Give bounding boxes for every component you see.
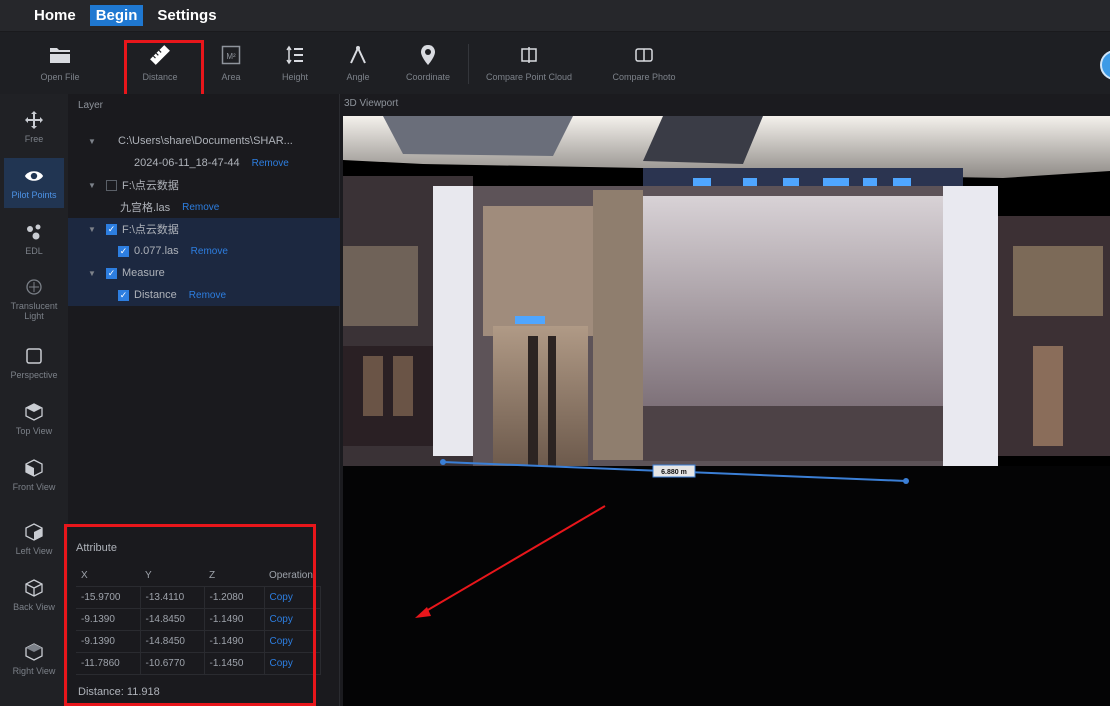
rail-front-view[interactable]: Front View: [4, 450, 64, 500]
table-row: -9.1390 -14.8450 -1.1490 Copy: [76, 630, 321, 653]
distance-value: 11.918: [126, 686, 160, 698]
layer-checkbox[interactable]: [106, 179, 117, 191]
angle-label: Angle: [346, 72, 370, 82]
viewport-title: 3D Viewport: [344, 98, 399, 109]
tree-row-source-folder[interactable]: ▼ C:\Users\share\Documents\SHAR...: [68, 130, 340, 152]
menu-begin[interactable]: Begin: [89, 5, 144, 26]
compare-point-cloud-label: Compare Point Cloud: [485, 72, 573, 82]
chevron-down-icon[interactable]: ▼: [88, 181, 98, 190]
front-view-icon: [24, 458, 44, 478]
back-view-icon: [24, 578, 44, 598]
svg-text:M²: M²: [226, 52, 236, 61]
folder-icon: [49, 44, 71, 66]
remove-link[interactable]: Remove: [252, 158, 289, 169]
angle-button[interactable]: Angle: [328, 35, 388, 91]
move-icon: [24, 110, 44, 130]
top-view-icon: [24, 402, 44, 422]
rail-back-view[interactable]: Back View: [4, 570, 64, 620]
chevron-down-icon[interactable]: ▼: [88, 137, 98, 146]
layer-checkbox[interactable]: ✓: [118, 245, 129, 257]
attribute-table: X Y Z Operation -15.9700 -13.4110 -1.208…: [76, 566, 321, 675]
rail-left-view[interactable]: Left View: [4, 514, 64, 564]
tree-row-folder-1[interactable]: ▼ F:\点云数据: [68, 174, 340, 196]
copy-link[interactable]: Copy: [270, 614, 293, 625]
column-header: Y: [140, 566, 204, 587]
angle-icon: [347, 44, 369, 66]
height-label: Height: [281, 72, 308, 82]
rail-perspective[interactable]: Perspective: [4, 338, 64, 388]
rail-right-view[interactable]: Right View: [4, 634, 64, 684]
compare-cloud-icon: [518, 44, 540, 66]
perspective-icon: [24, 346, 44, 366]
layer-checkbox[interactable]: ✓: [106, 267, 117, 279]
location-pin-icon: [417, 44, 439, 66]
coordinate-label: Coordinate: [405, 72, 451, 82]
layer-panel-title: Layer: [78, 100, 104, 111]
coordinate-button[interactable]: Coordinate: [388, 35, 468, 91]
compare-point-cloud-button[interactable]: Compare Point Cloud: [469, 35, 589, 91]
area-button[interactable]: M² Area: [200, 35, 262, 91]
tree-row-folder-2[interactable]: ▼ ✓ F:\点云数据: [68, 218, 340, 240]
compare-photo-label: Compare Photo: [612, 72, 676, 82]
remove-link[interactable]: Remove: [191, 246, 228, 257]
area-label: Area: [221, 72, 241, 82]
distance-summary: Distance: 11.918: [78, 686, 160, 698]
distance-label: Distance: [142, 72, 178, 82]
menu-settings[interactable]: Settings: [151, 5, 222, 26]
right-view-icon: [24, 642, 44, 662]
layer-checkbox[interactable]: ✓: [106, 223, 117, 235]
rail-edl[interactable]: EDL: [4, 214, 64, 264]
compare-photo-button[interactable]: Compare Photo: [589, 35, 699, 91]
table-row: -15.9700 -13.4110 -1.2080 Copy: [76, 586, 321, 609]
ruler-icon: [149, 44, 171, 66]
rail-top-view[interactable]: Top View: [4, 394, 64, 444]
eye-icon: [24, 166, 44, 186]
height-icon: [284, 44, 306, 66]
column-header: X: [76, 566, 140, 587]
layer-checkbox[interactable]: ✓: [118, 289, 129, 301]
light-icon: [24, 277, 44, 297]
column-header: Operation: [264, 566, 320, 587]
area-icon: M²: [220, 44, 242, 66]
copy-link[interactable]: Copy: [270, 658, 293, 669]
tree-row-measure[interactable]: ▼ ✓ Measure: [68, 262, 340, 284]
tree-row-file-2[interactable]: ✓ 0.077.las Remove: [68, 240, 340, 262]
open-file-label: Open File: [40, 72, 80, 82]
menu-bar: Home Begin Settings: [0, 0, 1110, 32]
rail-free[interactable]: Free: [4, 102, 64, 152]
remove-link[interactable]: Remove: [189, 290, 226, 301]
tree-row-dataset[interactable]: 2024-06-11_18-47-44 Remove: [68, 152, 340, 174]
edl-icon: [24, 222, 44, 242]
attribute-title: Attribute: [76, 542, 117, 554]
height-button[interactable]: Height: [262, 35, 328, 91]
distance-button[interactable]: Distance: [120, 35, 200, 91]
column-header: Z: [204, 566, 264, 587]
open-file-button[interactable]: Open File: [0, 35, 120, 91]
tree-row-file-1[interactable]: 九宫格.las Remove: [68, 196, 340, 218]
measure-label: 6.880 m: [661, 469, 687, 476]
tree-row-distance[interactable]: ✓ Distance Remove: [68, 284, 340, 306]
rail-pilot-points[interactable]: Pilot Points: [4, 158, 64, 208]
remove-link[interactable]: Remove: [182, 202, 219, 213]
view-mode-rail: Free Pilot Points EDL Translucent Light …: [0, 94, 68, 706]
toolbar: Open File Distance M² Area Height Angle …: [0, 32, 1110, 94]
3d-viewport[interactable]: 6.880 m: [343, 116, 1110, 706]
copy-link[interactable]: Copy: [270, 636, 293, 647]
compare-photo-icon: [633, 44, 655, 66]
rail-translucent-light[interactable]: Translucent Light: [4, 274, 64, 324]
chevron-down-icon[interactable]: ▼: [88, 269, 98, 278]
menu-home[interactable]: Home: [28, 5, 82, 26]
table-row: -11.7860 -10.6770 -1.1450 Copy: [76, 652, 321, 675]
left-view-icon: [24, 522, 44, 542]
chevron-down-icon[interactable]: ▼: [88, 225, 98, 234]
point-cloud-render: 6.880 m: [343, 116, 1110, 706]
copy-link[interactable]: Copy: [270, 592, 293, 603]
table-row: -9.1390 -14.8450 -1.1490 Copy: [76, 608, 321, 631]
